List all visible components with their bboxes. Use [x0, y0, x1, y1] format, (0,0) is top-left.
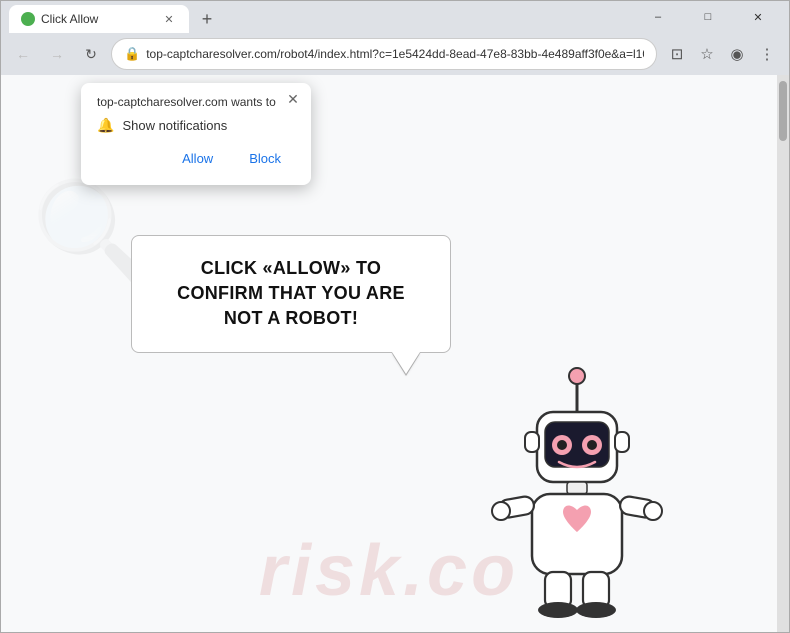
refresh-button[interactable]: ↻	[77, 40, 105, 68]
tab-favicon	[21, 12, 35, 26]
tab-area: Click Allow ✕ +	[9, 1, 627, 33]
browser-window: Click Allow ✕ + – □ ✕ ← → ↻ 🔒 ⊡ ☆ ◉ ⋮	[0, 0, 790, 633]
profile-button[interactable]: ◉	[723, 40, 751, 68]
popup-buttons: Allow Block	[97, 146, 295, 171]
window-controls: – □ ✕	[635, 1, 781, 33]
maximize-button[interactable]: □	[685, 1, 731, 33]
page-content: ✕ top-captcharesolver.com wants to 🔔 Sho…	[1, 75, 777, 632]
popup-origin: top-captcharesolver.com wants to	[97, 95, 295, 109]
scrollbar-thumb[interactable]	[779, 81, 787, 141]
scrollbar[interactable]	[777, 75, 789, 632]
lock-icon: 🔒	[124, 46, 140, 62]
popup-permission-row: 🔔 Show notifications	[97, 117, 295, 134]
address-bar[interactable]: 🔒	[111, 38, 657, 70]
toolbar-icons: ⊡ ☆ ◉ ⋮	[663, 40, 781, 68]
tab-close-button[interactable]: ✕	[161, 11, 177, 27]
address-input[interactable]	[146, 47, 644, 61]
close-button[interactable]: ✕	[735, 1, 781, 33]
forward-button[interactable]: →	[43, 40, 71, 68]
bookmark-star-button[interactable]: ☆	[693, 40, 721, 68]
permission-popup: ✕ top-captcharesolver.com wants to 🔔 Sho…	[81, 83, 311, 185]
minimize-button[interactable]: –	[635, 1, 681, 33]
title-bar: Click Allow ✕ + – □ ✕	[1, 1, 789, 33]
bell-icon: 🔔	[97, 117, 114, 134]
bubble-text: CLICK «ALLOW» TO CONFIRM THAT YOU ARE NO…	[177, 258, 405, 328]
back-button[interactable]: ←	[9, 40, 37, 68]
speech-bubble: CLICK «ALLOW» TO CONFIRM THAT YOU ARE NO…	[131, 235, 451, 353]
popup-close-button[interactable]: ✕	[283, 89, 303, 109]
active-tab[interactable]: Click Allow ✕	[9, 5, 189, 33]
new-tab-button[interactable]: +	[193, 5, 221, 33]
cast-icon-button[interactable]: ⊡	[663, 40, 691, 68]
block-button[interactable]: Block	[235, 146, 295, 171]
allow-button[interactable]: Allow	[168, 146, 227, 171]
watermark: risk.co	[259, 530, 519, 612]
tab-title: Click Allow	[41, 12, 155, 26]
browser-content: ✕ top-captcharesolver.com wants to 🔔 Sho…	[1, 75, 789, 632]
browser-toolbar: ← → ↻ 🔒 ⊡ ☆ ◉ ⋮	[1, 33, 789, 75]
menu-button[interactable]: ⋮	[753, 40, 781, 68]
popup-permission-text: Show notifications	[122, 118, 227, 133]
